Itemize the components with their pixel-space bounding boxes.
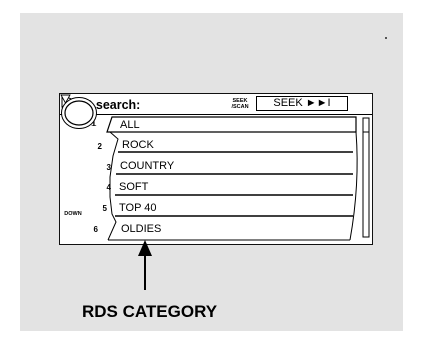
rds-display-screen: RDS search: SEEK /SCAN SEEK ►►I 1 2 3 4 … [59,93,373,245]
speck-mark [385,37,387,39]
selection-box [106,116,357,133]
category-item-oldies[interactable]: OLDIES [121,223,161,235]
category-item-all[interactable]: ALL [120,119,140,131]
callout-line [144,253,146,290]
down-label: DOWN [64,211,82,217]
rds-category-caption: RDS CATEGORY [82,302,218,321]
seek-button[interactable]: SEEK ►►I [256,96,348,111]
scrollbar-thumb [362,117,370,133]
category-item-soft[interactable]: SOFT [119,181,148,193]
category-item-rock[interactable]: ROCK [122,139,154,151]
seek-scan-label[interactable]: SEEK /SCAN [228,98,252,110]
category-number-5: 5 [102,204,107,213]
scrollbar-track [362,117,370,238]
category-number-3: 3 [106,163,111,172]
category-number-6: 6 [93,225,98,234]
category-item-top40[interactable]: TOP 40 [119,202,157,214]
category-item-country[interactable]: COUNTRY [120,160,174,172]
category-number-4: 4 [106,183,111,192]
category-number-2: 2 [97,142,102,151]
down-triangle-icon [60,94,71,104]
